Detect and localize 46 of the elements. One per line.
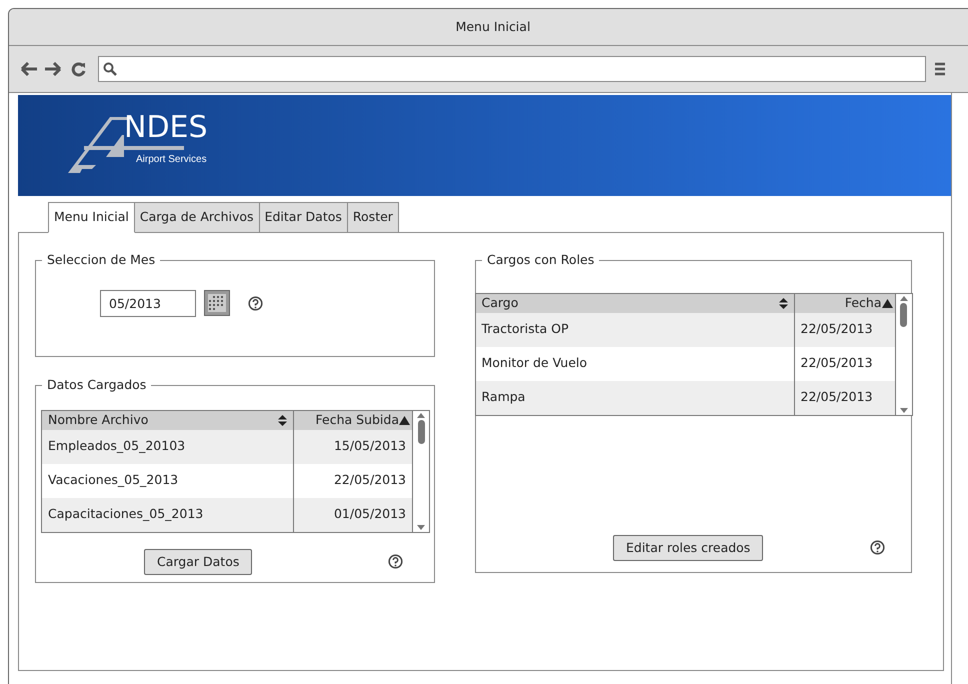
sort-ascending-icon[interactable] <box>882 298 892 308</box>
tab[interactable]: Editar Datos <box>260 202 348 233</box>
table-cell: Capacitaciones_05_2013 <box>42 498 294 532</box>
calendar-icon[interactable] <box>204 290 230 316</box>
table-cell: Rampa <box>476 380 794 414</box>
forward-icon[interactable] <box>44 62 61 76</box>
scrollbar[interactable] <box>894 294 912 414</box>
load-data-button[interactable]: Cargar Datos <box>144 548 252 574</box>
logo-tagline: Airport Services <box>136 153 208 167</box>
scroll-up-icon[interactable] <box>417 412 425 418</box>
scroll-up-icon[interactable] <box>900 296 908 300</box>
table-cell: Monitor de Vuelo <box>476 346 794 380</box>
column-header[interactable]: Cargo <box>476 294 794 312</box>
back-icon[interactable] <box>21 62 38 76</box>
table-cell: 22/05/2013 <box>794 346 894 380</box>
column-header[interactable]: Fecha Subida <box>294 410 412 430</box>
menu-icon[interactable] <box>935 61 945 77</box>
table-cell: 22/05/2013 <box>794 380 894 414</box>
table-cell: 01/05/2013 <box>294 498 412 532</box>
column-header[interactable]: Nombre Archivo <box>42 410 294 430</box>
table-cell: 22/05/2013 <box>794 312 894 346</box>
tab[interactable]: Roster <box>348 202 399 233</box>
window-title: Menu Inicial <box>456 18 530 36</box>
sort-icon[interactable] <box>278 414 287 426</box>
table-cell: Empleados_05_20103 <box>42 430 294 464</box>
address-field[interactable] <box>98 56 926 82</box>
help-icon[interactable] <box>248 296 263 310</box>
sort-ascending-icon[interactable] <box>399 416 410 424</box>
table-cell: 15/05/2013 <box>294 430 412 464</box>
sort-icon[interactable] <box>778 298 788 308</box>
help-icon[interactable] <box>388 554 404 569</box>
tab[interactable]: Menu Inicial <box>48 202 135 233</box>
scroll-down-icon[interactable] <box>900 408 908 412</box>
month-field[interactable]: 05/2013 <box>100 290 196 316</box>
help-icon[interactable] <box>870 540 886 555</box>
scroll-thumb[interactable] <box>418 420 424 444</box>
reload-icon[interactable] <box>71 62 86 76</box>
scroll-thumb[interactable] <box>900 302 907 326</box>
table-cell: Vacaciones_05_2013 <box>42 464 294 498</box>
tab[interactable]: Carga de Archivos <box>134 202 260 233</box>
logo-name: NDES <box>124 113 208 143</box>
scroll-down-icon[interactable] <box>417 524 425 530</box>
edit-roles-button[interactable]: Editar roles creados <box>613 534 764 560</box>
table-cell: Tractorista OP <box>476 312 794 346</box>
column-header[interactable]: Fecha <box>794 294 894 312</box>
search-icon <box>103 62 117 76</box>
